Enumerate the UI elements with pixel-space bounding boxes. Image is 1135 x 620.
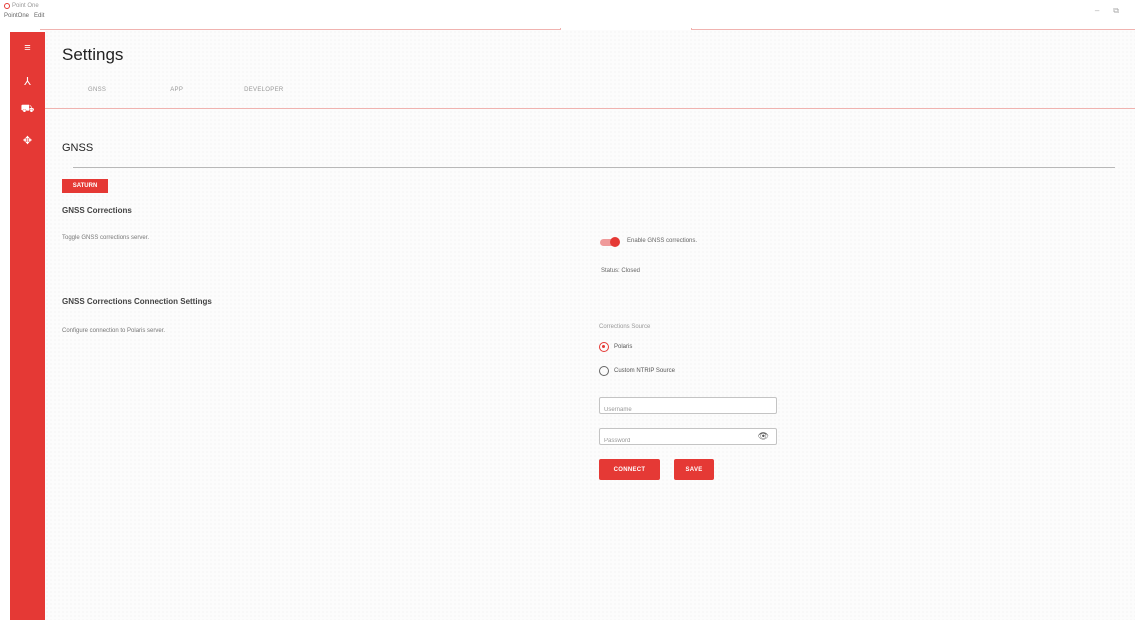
connection-settings-title: GNSS Corrections Connection Settings <box>62 297 212 306</box>
save-button[interactable]: SAVE <box>674 459 714 480</box>
sidebar-item-vehicle[interactable]: ⛟ <box>10 100 45 120</box>
source-option-custom-ntrip[interactable]: Custom NTRIP Source <box>599 366 675 376</box>
app-title: Point One <box>4 3 39 9</box>
section-divider <box>73 167 1115 168</box>
section-title: GNSS <box>62 142 94 154</box>
main-content: Settings GNSS APP DEVELOPER GNSS SATURN … <box>45 30 1135 620</box>
toggle-knob <box>610 237 620 247</box>
corrections-source-label: Corrections Source <box>599 324 651 330</box>
password-field[interactable]: 👁︎ <box>599 428 777 449</box>
menu-pointone[interactable]: PointOne <box>4 13 29 19</box>
menu-edit[interactable]: Edit <box>34 13 44 19</box>
toggle-label: Enable GNSS corrections. <box>627 238 698 244</box>
connection-status: Status: Closed <box>601 268 641 274</box>
settings-icon: ✥ <box>22 134 33 147</box>
window-controls: – ⧉ <box>1095 6 1119 16</box>
nav-user-icon: ⅄ <box>24 75 31 88</box>
maximize-icon[interactable]: ⧉ <box>1113 6 1119 16</box>
menubar: PointOne Edit <box>4 13 44 19</box>
header-divider <box>45 108 1135 109</box>
device-badge: SATURN <box>62 179 108 193</box>
username-field[interactable] <box>599 397 777 418</box>
car-icon: ⛟ <box>20 103 35 115</box>
radio-polaris[interactable] <box>599 342 609 352</box>
tab-developer[interactable]: DEVELOPER <box>244 87 283 93</box>
radio-custom-ntrip[interactable] <box>599 366 609 376</box>
corrections-title: GNSS Corrections <box>62 206 132 215</box>
corrections-description: Toggle GNSS corrections server. <box>62 235 150 241</box>
radio-custom-ntrip-label: Custom NTRIP Source <box>614 368 675 374</box>
app-name: Point One <box>12 3 39 9</box>
username-input[interactable] <box>600 402 754 418</box>
sidebar-item-settings[interactable]: ✥ <box>10 130 45 150</box>
tab-app[interactable]: APP <box>170 87 183 93</box>
settings-tabs: GNSS APP DEVELOPER <box>45 87 284 93</box>
tab-gnss[interactable]: GNSS <box>88 87 106 93</box>
window-titlebar: Point One PointOne Edit – ⧉ <box>0 0 1135 30</box>
eye-off-icon[interactable]: 👁︎ <box>758 431 769 442</box>
corrections-toggle[interactable] <box>599 236 621 248</box>
sidebar: ≡ ⅄ ⛟ ✥ <box>10 32 45 620</box>
page-title: Settings <box>62 45 124 64</box>
sidebar-item-user[interactable]: ⅄ <box>10 71 45 91</box>
radio-polaris-label: Polaris <box>614 344 633 350</box>
password-input[interactable] <box>600 433 754 449</box>
menu-icon: ≡ <box>24 42 31 54</box>
connection-settings-description: Configure connection to Polaris server. <box>62 328 166 334</box>
app-logo-icon <box>4 3 10 9</box>
sidebar-menu-button[interactable]: ≡ <box>10 38 45 58</box>
connect-button[interactable]: CONNECT <box>599 459 660 480</box>
source-option-polaris[interactable]: Polaris <box>599 342 632 352</box>
minimize-icon[interactable]: – <box>1095 6 1099 16</box>
